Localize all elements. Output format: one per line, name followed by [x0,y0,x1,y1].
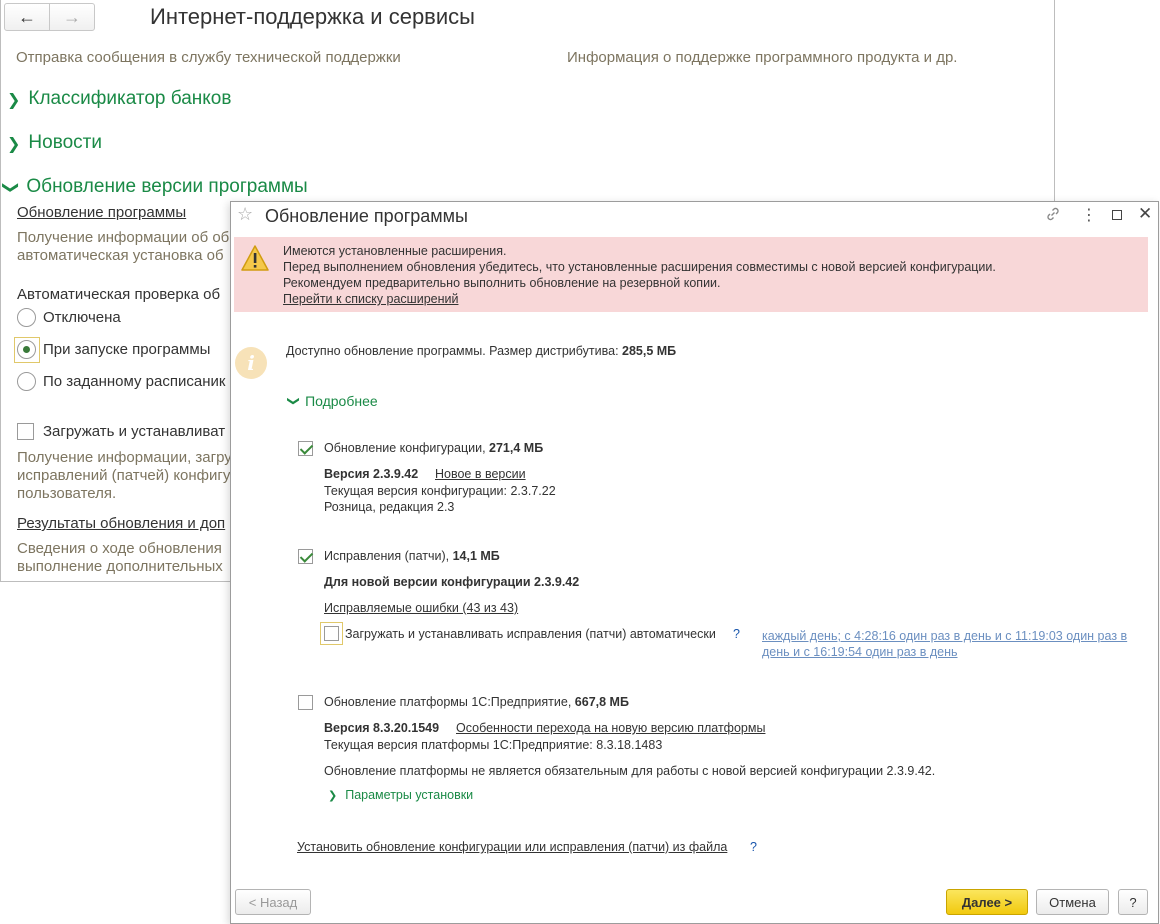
results-desc-line1: Сведения о ходе обновления [17,540,222,557]
radio-disabled-label: Отключена [43,309,121,326]
download-desc-line3: пользователя. [17,485,117,502]
back-button[interactable]: < Назад [235,889,311,915]
config-edition: Розница, редакция 2.3 [324,500,455,514]
radio-disabled[interactable] [17,308,36,327]
warning-icon [240,244,270,277]
fixed-errors-link[interactable]: Исправляемые ошибки (43 из 43) [324,601,518,615]
radio-on-startup[interactable] [17,340,36,359]
available-update-text: Доступно обновление программы. Размер ди… [286,344,677,358]
chevron-right-icon: ❯ [7,133,21,153]
current-platform-version: Текущая версия платформы 1С:Предприятие:… [324,738,663,752]
extensions-warning: Имеются установленные расширения. Перед … [234,237,1148,312]
radio-schedule[interactable] [17,372,36,391]
update-dialog: ☆ Обновление программы ⋮ ✕ Имеются устан… [230,201,1159,924]
patches-for-version: Для новой версии конфигурации 2.3.9.42 [324,575,580,589]
back-arrow-icon[interactable]: ← [5,4,50,30]
download-desc-line1: Получение информации, загру [17,449,232,466]
results-link[interactable]: Результаты обновления и доп [17,515,225,533]
auto-patch-label: Загружать и устанавливать исправления (п… [345,627,716,641]
info-icon: i [235,347,267,379]
window-title: Интернет-поддержка и сервисы [150,4,475,29]
close-icon[interactable]: ✕ [1138,204,1152,224]
install-from-file-help[interactable]: ? [750,840,757,854]
nav-buttons: ← → [4,3,95,31]
extensions-list-link[interactable]: Перейти к списку расширений [283,291,458,307]
chevron-right-icon: ❯ [7,89,21,109]
auto-patch-help[interactable]: ? [733,627,740,641]
chevron-right-icon: ❯ [328,789,338,802]
update-program-link[interactable]: Обновление программы [17,204,186,222]
whats-new-link[interactable]: Новое в версии [435,467,526,481]
more-icon[interactable]: ⋮ [1081,205,1097,225]
forward-arrow-icon[interactable]: → [50,4,94,30]
schedule-link-line1[interactable]: каждый день; с 4:28:16 один раз в день и… [762,628,1127,645]
patches-label: Исправления (патчи), 14,1 МБ [324,549,500,563]
link-icon[interactable] [1045,206,1061,227]
warning-line1: Имеются установленные расширения. [283,244,507,258]
chevron-down-icon: ❯ [2,180,22,194]
radio-on-startup-label: При запуске программы [43,341,211,358]
download-checkbox[interactable] [17,423,34,440]
chevron-down-icon: ❯ [287,395,302,407]
maximize-icon[interactable] [1112,210,1122,220]
support-desc: Отправка сообщения в службу технической … [16,49,401,66]
next-button[interactable]: Далее > [946,889,1028,915]
download-checkbox-label: Загружать и устанавливат [43,423,226,440]
config-update-label: Обновление конфигурации, 271,4 МБ [324,441,544,455]
download-desc-line2: исправлений (патчей) конфигу [17,467,231,484]
warning-line3: Рекомендуем предварительно выполнить обн… [283,276,721,290]
warning-line2: Перед выполнением обновления убедитесь, … [283,260,996,274]
details-toggle[interactable]: ❯ Подробнее [287,393,378,409]
platform-note: Обновление платформы не является обязате… [324,764,936,778]
section-bank-classifier[interactable]: ❯ Классификатор банков [7,88,231,110]
auto-patch-checkbox[interactable] [324,626,339,641]
platform-update-label: Обновление платформы 1С:Предприятие, 667… [324,695,629,709]
product-info-desc: Информация о поддержке программного прод… [567,49,958,66]
config-update-checkbox[interactable] [298,441,313,456]
update-desc-line2: автоматическая установка об [17,247,224,264]
install-params-toggle[interactable]: ❯ Параметры установки [328,788,473,802]
current-config-version: Текущая версия конфигурации: 2.3.7.22 [324,484,556,498]
platform-features-link[interactable]: Особенности перехода на новую версию пла… [456,721,765,735]
platform-version: Версия 8.3.20.1549 [324,721,440,735]
radio-schedule-label: По заданному расписаник [43,373,226,390]
install-from-file-link[interactable]: Установить обновление конфигурации или и… [297,840,727,854]
dialog-title: Обновление программы [265,206,468,226]
help-button[interactable]: ? [1118,889,1148,915]
star-icon[interactable]: ☆ [237,204,253,225]
update-desc-line1: Получение информации об об [17,229,230,246]
config-version: Версия 2.3.9.42 [324,467,419,481]
results-desc-line2: выполнение дополнительных [17,558,223,575]
platform-update-checkbox[interactable] [298,695,313,710]
schedule-link-line2[interactable]: день и с 16:19:54 один раз в день [762,644,958,661]
patches-checkbox[interactable] [298,549,313,564]
cancel-button[interactable]: Отмена [1036,889,1109,915]
auto-check-label: Автоматическая проверка об [17,286,221,303]
section-version-update[interactable]: ❯ Обновление версии программы [2,176,307,198]
section-news[interactable]: ❯ Новости [7,132,102,154]
